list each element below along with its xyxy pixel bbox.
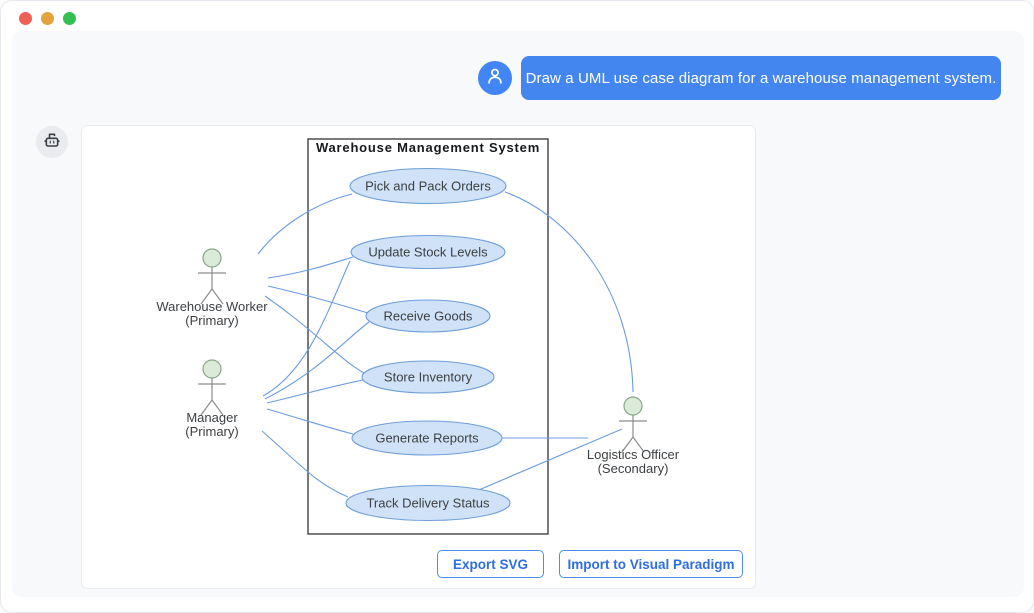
close-window-button[interactable] [19, 12, 32, 25]
svg-text:(Primary): (Primary) [185, 424, 238, 439]
user-avatar [478, 61, 512, 95]
svg-text:Generate Reports: Generate Reports [375, 431, 479, 446]
robot-icon [42, 130, 62, 155]
actor-logistics-officer: Logistics Officer(Secondary) [587, 397, 680, 476]
svg-text:(Secondary): (Secondary) [598, 461, 669, 476]
window-titlebar [1, 1, 1033, 31]
bot-avatar [36, 126, 68, 158]
actor-warehouse-worker: Warehouse Worker(Primary) [156, 249, 268, 328]
app-window: Draw a UML use case diagram for a wareho… [0, 0, 1034, 613]
uml-use-case-diagram: Pick and Pack Orders Update Stock Levels R… [82, 126, 757, 590]
use-case-pick-and-pack-orders: Pick and Pack Orders [350, 169, 506, 204]
use-case-store-inventory: Store Inventory [362, 361, 494, 393]
person-icon [484, 65, 506, 92]
use-case-generate-reports: Generate Reports [352, 421, 502, 455]
svg-text:Logistics Officer: Logistics Officer [587, 447, 680, 462]
user-message-text: Draw a UML use case diagram for a wareho… [526, 70, 997, 87]
use-case-update-stock-levels: Update Stock Levels [351, 236, 505, 269]
svg-text:(Primary): (Primary) [185, 313, 238, 328]
use-case-track-delivery-status: Track Delivery Status [346, 486, 510, 521]
import-to-visual-paradigm-button[interactable]: Import to Visual Paradigm [559, 550, 743, 578]
svg-text:Manager: Manager [186, 410, 238, 425]
zoom-window-button[interactable] [63, 12, 76, 25]
minimize-window-button[interactable] [41, 12, 54, 25]
system-title: Warehouse Management System [316, 140, 540, 155]
svg-text:Pick and Pack Orders: Pick and Pack Orders [365, 179, 491, 194]
svg-text:Update Stock Levels: Update Stock Levels [368, 245, 488, 260]
user-message-bubble: Draw a UML use case diagram for a wareho… [521, 56, 1001, 100]
export-svg-button[interactable]: Export SVG [437, 550, 544, 578]
use-case-receive-goods: Receive Goods [366, 300, 490, 332]
diagram-card: Pick and Pack Orders Update Stock Levels R… [81, 125, 756, 589]
svg-text:Warehouse Worker: Warehouse Worker [156, 299, 268, 314]
actor-manager: Manager(Primary) [185, 360, 238, 439]
svg-text:Receive Goods: Receive Goods [384, 309, 473, 324]
svg-text:Track Delivery Status: Track Delivery Status [366, 496, 490, 511]
svg-text:Store Inventory: Store Inventory [384, 370, 473, 385]
